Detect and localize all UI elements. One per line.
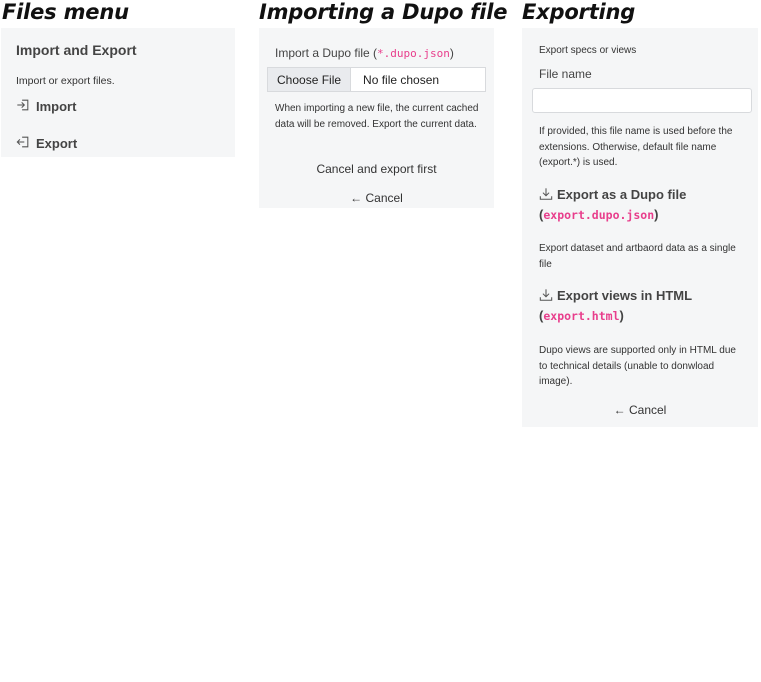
file-name-label: File name: [539, 67, 592, 81]
files-menu-panel: Import and Export Import or export files…: [1, 28, 235, 157]
cancel-and-export-first-button[interactable]: Cancel and export first: [259, 162, 494, 176]
export-label: Export: [36, 136, 78, 151]
export-dupo-filename: export.dupo.json: [543, 208, 655, 222]
import-warning-note: When importing a new file, the current c…: [275, 103, 479, 130]
import-menu-item[interactable]: Import: [16, 98, 76, 115]
section-title-exporting: Exporting: [522, 0, 636, 24]
file-name-input[interactable]: [532, 88, 752, 113]
export-cancel-button[interactable]: ← Cancel: [522, 403, 758, 417]
import-panel: Import a Dupo file (*.dupo.json) Choose …: [259, 28, 494, 208]
import-file-label: Import a Dupo file (*.dupo.json): [275, 46, 454, 60]
export-intro-text: Export specs or views: [539, 45, 637, 56]
export-dupo-file-link[interactable]: Export as a Dupo file (export.dupo.json): [539, 185, 744, 225]
import-file-extension: *.dupo.json: [377, 47, 450, 60]
import-cancel-button[interactable]: ← Cancel: [259, 191, 494, 205]
file-name-help-text: If provided, this file name is used befo…: [539, 126, 733, 168]
files-menu-description: Import or export files.: [16, 75, 115, 87]
import-icon: [16, 98, 30, 115]
export-html-description: Dupo views are supported only in HTML du…: [539, 345, 736, 387]
download-icon: [539, 187, 557, 202]
files-menu-header: Import and Export: [16, 42, 137, 58]
export-html-link[interactable]: Export views in HTML (export.html): [539, 286, 744, 326]
import-file-input[interactable]: Choose File No file chosen: [267, 67, 486, 92]
section-title-importing: Importing a Dupo file: [259, 0, 508, 24]
export-menu-item[interactable]: Export: [16, 135, 77, 152]
export-html-filename: export.html: [543, 309, 620, 323]
export-icon: [16, 135, 30, 152]
export-panel: Export specs or views File name If provi…: [522, 28, 758, 427]
export-dupo-description: Export dataset and artbaord data as a si…: [539, 243, 736, 270]
choose-file-button[interactable]: Choose File: [268, 68, 352, 91]
section-title-files-menu: Files menu: [2, 0, 129, 24]
import-label: Import: [36, 99, 77, 114]
no-file-chosen-text: No file chosen: [363, 72, 440, 87]
download-icon: [539, 288, 557, 303]
